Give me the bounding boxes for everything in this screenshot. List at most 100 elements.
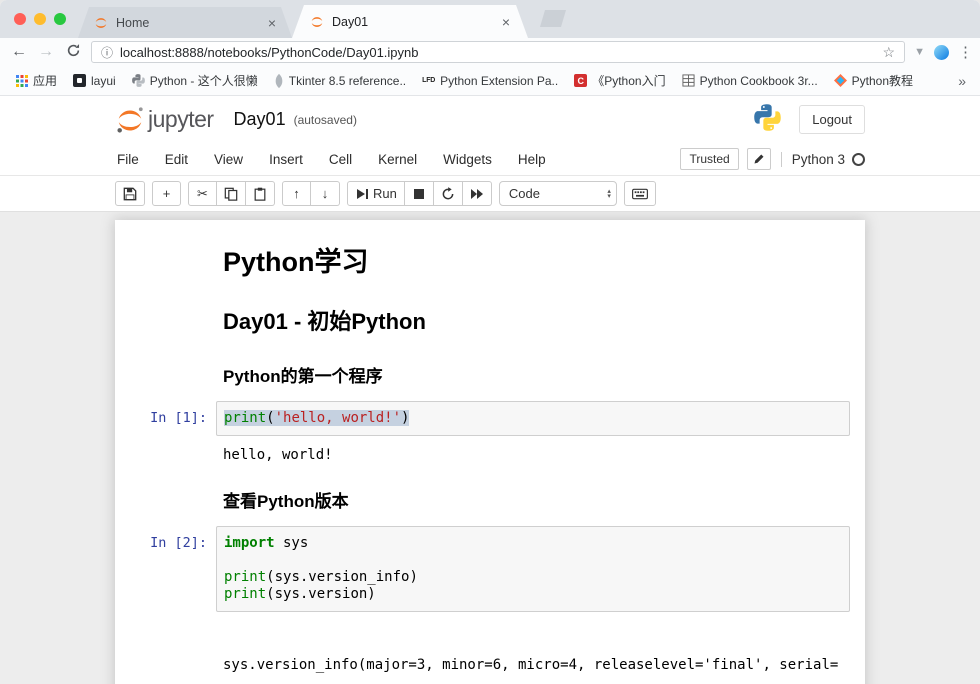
tab-home[interactable]: Home × xyxy=(78,7,292,38)
tab-close-icon[interactable]: × xyxy=(268,16,276,30)
command-palette-button[interactable] xyxy=(624,181,656,206)
jupyter-header: jupyter Day01 (autosaved) Logout xyxy=(0,96,980,143)
menu-insert[interactable]: Insert xyxy=(256,152,316,167)
tab-close-icon[interactable]: × xyxy=(502,15,510,29)
bookmarks-bar: 应用 layui Python - 这个人很懒 Tkinter 8.5 refe… xyxy=(0,66,980,96)
output-line: sys.version_info(major=3, minor=6, micro… xyxy=(223,657,843,674)
back-icon[interactable]: ← xyxy=(10,44,28,60)
paste-cell-button[interactable] xyxy=(246,181,275,206)
add-cell-button[interactable]: + xyxy=(152,181,181,206)
markdown-cell-h3-second[interactable]: 查看Python版本 xyxy=(130,471,850,522)
notebook-title[interactable]: Day01 xyxy=(234,109,286,130)
menu-edit[interactable]: Edit xyxy=(152,152,201,167)
output-cell-1: hello, world! xyxy=(130,440,850,471)
output-text: sys.version_info(major=3, minor=6, micro… xyxy=(216,616,850,684)
fast-forward-icon xyxy=(470,189,484,199)
code-cell-1[interactable]: In [1]: print('hello, world!') xyxy=(130,397,850,440)
book-grid-icon xyxy=(682,74,695,87)
code-input[interactable]: import sys print(sys.version_info) print… xyxy=(216,526,850,612)
jupyter-logo[interactable]: jupyter xyxy=(115,105,214,135)
address-bar[interactable]: ⓘ localhost:8888/notebooks/PythonCode/Da… xyxy=(91,41,905,63)
bookmark-python-tutorial[interactable]: Python教程 xyxy=(828,70,919,91)
cell-type-select[interactable]: Code ▴▾ xyxy=(499,181,617,206)
new-tab-button[interactable] xyxy=(540,10,566,27)
reload-icon[interactable] xyxy=(64,43,82,62)
clipboard-icon xyxy=(253,187,267,201)
site-info-icon[interactable]: ⓘ xyxy=(101,44,113,61)
tab-title: Home xyxy=(116,16,260,30)
kernel-idle-icon xyxy=(852,153,865,166)
traffic-lights xyxy=(14,13,66,25)
run-icon xyxy=(355,188,369,200)
menu-widgets[interactable]: Widgets xyxy=(430,152,505,167)
code-cell-2[interactable]: In [2]: import sys print(sys.version_inf… xyxy=(130,522,850,616)
browser-window: Home × Day01 × ← → ⓘ localhos xyxy=(0,0,980,684)
cut-cell-button[interactable]: ✂ xyxy=(188,181,217,206)
trusted-button[interactable]: Trusted xyxy=(680,148,738,170)
notebook-container: Python学习 Day01 - 初始Python Python的第一个程序 I… xyxy=(115,220,865,684)
input-prompt: In [1]: xyxy=(130,401,216,436)
jupyter-toolbar: + ✂ ↑ ↓ xyxy=(0,176,980,212)
pencil-icon xyxy=(753,153,765,165)
lfd-icon: LFD xyxy=(422,77,435,84)
bookmark-tkinter[interactable]: Tkinter 8.5 reference.. xyxy=(268,72,412,90)
url-text[interactable]: localhost:8888/notebooks/PythonCode/Day0… xyxy=(120,45,876,60)
autosave-status: (autosaved) xyxy=(294,113,357,127)
browser-menu-icon[interactable]: ⋮ xyxy=(958,43,970,61)
move-cell-up-button[interactable]: ↑ xyxy=(282,181,311,206)
edit-mode-indicator xyxy=(747,148,771,170)
bookmark-star-icon[interactable]: ☆ xyxy=(883,44,896,61)
notebook-scroll-area[interactable]: Python学习 Day01 - 初始Python Python的第一个程序 I… xyxy=(0,212,980,684)
cell-type-value: Code xyxy=(509,186,540,201)
feather-icon xyxy=(274,76,284,86)
extension-triangle-icon[interactable]: ▼ xyxy=(914,46,925,58)
restart-kernel-button[interactable] xyxy=(434,181,463,206)
floppy-icon xyxy=(123,187,137,201)
heading-check-version: 查看Python版本 xyxy=(223,487,843,512)
markdown-cell-h1[interactable]: Python学习 xyxy=(130,228,850,289)
move-cell-down-button[interactable]: ↓ xyxy=(311,181,340,206)
menu-file[interactable]: File xyxy=(115,152,152,167)
jupyter-logo-text: jupyter xyxy=(148,106,214,133)
bookmark-python-blog[interactable]: Python - 这个人很懒 xyxy=(126,70,264,91)
output-cell-2: sys.version_info(major=3, minor=6, micro… xyxy=(130,616,850,684)
browser-toolbar: ← → ⓘ localhost:8888/notebooks/PythonCod… xyxy=(0,38,980,66)
zoom-window-button[interactable] xyxy=(54,13,66,25)
interrupt-kernel-button[interactable] xyxy=(405,181,434,206)
close-window-button[interactable] xyxy=(14,13,26,25)
run-button[interactable]: Run xyxy=(347,181,405,206)
restart-run-all-button[interactable] xyxy=(463,181,492,206)
keyboard-icon xyxy=(632,188,648,200)
menu-view[interactable]: View xyxy=(201,152,256,167)
run-label: Run xyxy=(373,186,397,201)
heading-python-study: Python学习 xyxy=(223,240,843,279)
save-button[interactable] xyxy=(115,181,145,206)
jupyter-menubar: File Edit View Insert Cell Kernel Widget… xyxy=(0,143,980,176)
tab-day01[interactable]: Day01 × xyxy=(292,5,528,38)
bookmark-python-intro[interactable]: C 《Python入门 xyxy=(568,70,671,91)
menu-help[interactable]: Help xyxy=(505,152,559,167)
extension-globe-icon[interactable] xyxy=(934,45,949,60)
forward-icon[interactable]: → xyxy=(37,44,55,60)
layui-icon xyxy=(73,74,86,87)
markdown-cell-h2[interactable]: Day01 - 初始Python xyxy=(130,289,850,346)
bookmarks-overflow-icon[interactable]: » xyxy=(954,73,970,89)
jupyter-logo-icon xyxy=(115,105,145,135)
bookmark-cookbook[interactable]: Python Cookbook 3r... xyxy=(676,72,824,90)
bookmark-layui[interactable]: layui xyxy=(67,72,122,90)
minimize-window-button[interactable] xyxy=(34,13,46,25)
bookmark-apps[interactable]: 应用 xyxy=(10,70,63,91)
menu-cell[interactable]: Cell xyxy=(316,152,365,167)
copy-cell-button[interactable] xyxy=(217,181,246,206)
red-c-icon: C xyxy=(574,74,587,87)
markdown-cell-h3-first[interactable]: Python的第一个程序 xyxy=(130,346,850,397)
code-input[interactable]: print('hello, world!') xyxy=(216,401,850,436)
logout-button[interactable]: Logout xyxy=(799,105,865,134)
python-gray-icon xyxy=(132,74,145,87)
tab-title: Day01 xyxy=(332,15,494,29)
select-arrows-icon: ▴▾ xyxy=(607,189,611,199)
bookmark-lfd[interactable]: LFD Python Extension Pa.. xyxy=(416,72,564,90)
tab-strip: Home × Day01 × xyxy=(0,0,980,38)
menu-kernel[interactable]: Kernel xyxy=(365,152,430,167)
stop-icon xyxy=(414,189,424,199)
